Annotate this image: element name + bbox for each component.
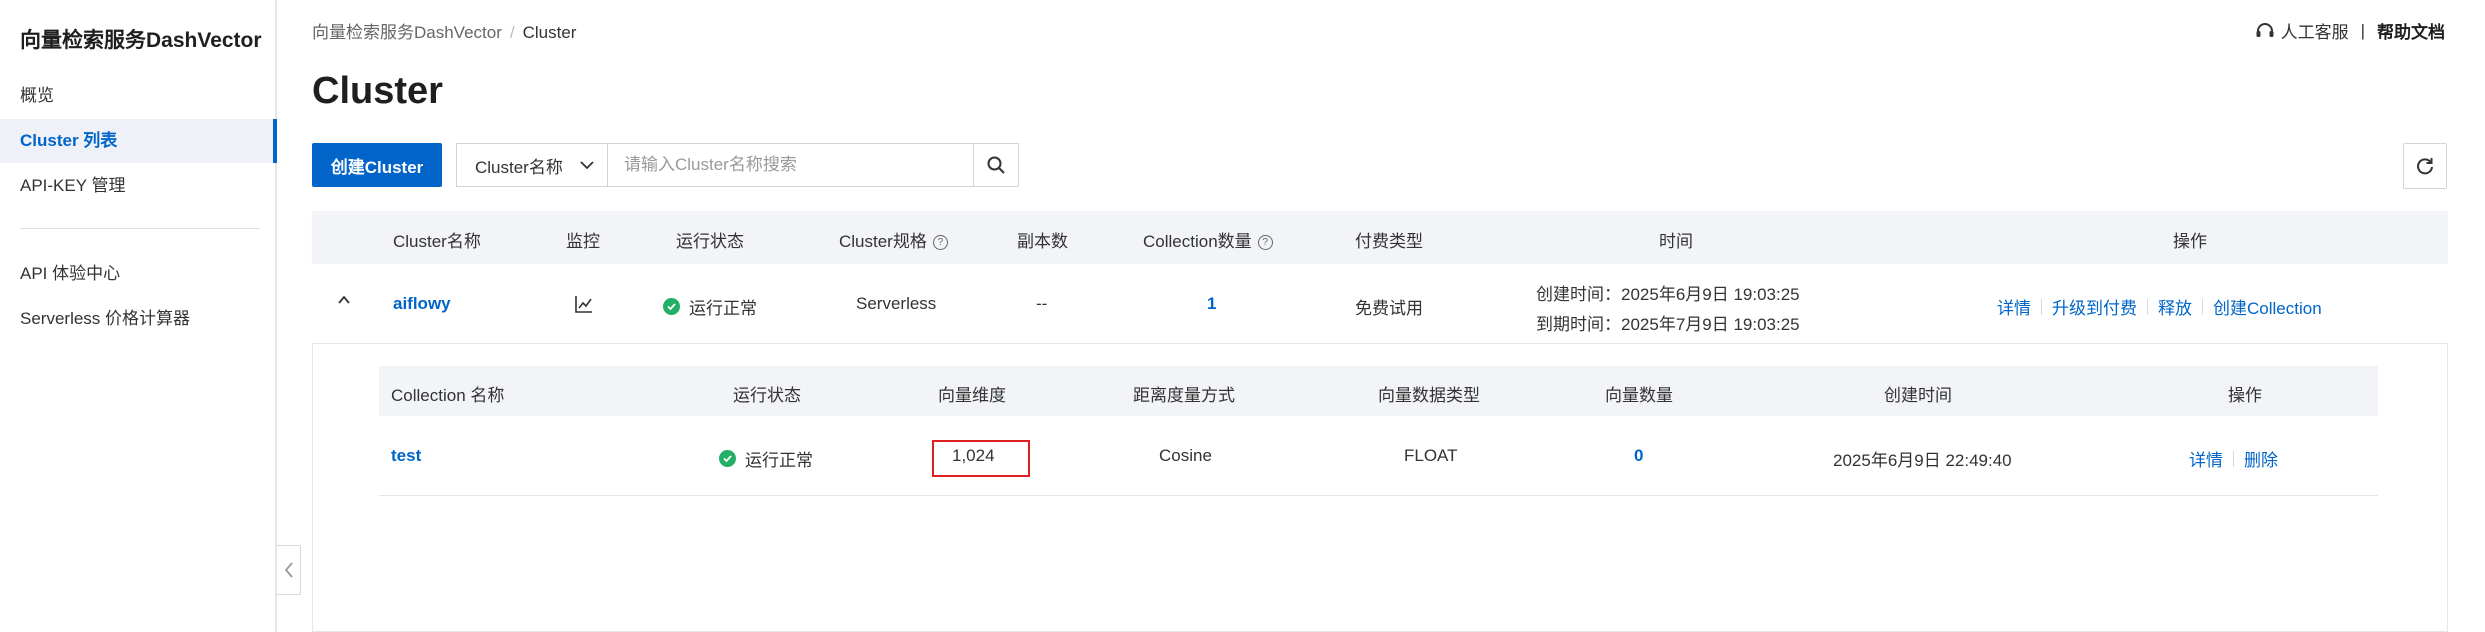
check-circle-icon bbox=[719, 450, 736, 467]
support-label: 人工客服 bbox=[2280, 23, 2349, 42]
refresh-icon bbox=[2417, 158, 2433, 175]
release-link[interactable]: 释放 bbox=[2158, 294, 2192, 319]
cluster-replicas: -- bbox=[1036, 294, 1048, 313]
cluster-table-header: Cluster名称 监控 运行状态 Cluster规格? 副本数 Collect… bbox=[312, 211, 2448, 264]
billing-type: 免费试用 bbox=[1355, 299, 1423, 318]
header-divider: | bbox=[2360, 20, 2365, 40]
breadcrumb-dashvector[interactable]: 向量检索服务DashVector bbox=[312, 23, 502, 42]
dimension-highlight-box bbox=[932, 440, 1030, 477]
sidebar: 向量检索服务DashVector 概览 Cluster 列表 API-KEY 管… bbox=[0, 0, 277, 632]
col-cluster-spec-label: Cluster规格 bbox=[839, 232, 927, 251]
check-circle-icon bbox=[663, 298, 680, 315]
monitor-link[interactable] bbox=[574, 294, 594, 319]
line-chart-icon bbox=[575, 296, 592, 313]
breadcrumb-cluster: Cluster bbox=[522, 23, 577, 42]
breadcrumb: 向量检索服务DashVector / Cluster bbox=[312, 18, 576, 43]
collection-actions: 详情 删除 bbox=[2189, 446, 2278, 471]
sidebar-item-api-playground[interactable]: API 体验中心 bbox=[0, 252, 275, 296]
chevron-down-icon bbox=[580, 161, 594, 170]
cluster-actions: 详情 升级到付费 释放 创建Collection bbox=[1997, 294, 2322, 319]
cluster-status-text: 运行正常 bbox=[689, 299, 757, 318]
action-divider bbox=[2147, 298, 2148, 315]
action-divider bbox=[2202, 298, 2203, 315]
support-link[interactable]: 人工客服 bbox=[2255, 18, 2349, 43]
cluster-name-link[interactable]: aiflowy bbox=[393, 294, 451, 314]
expand-toggle[interactable] bbox=[336, 292, 352, 313]
cluster-status: 运行正常 bbox=[663, 294, 757, 319]
action-divider bbox=[2041, 298, 2042, 315]
page-title: Cluster bbox=[312, 70, 443, 112]
search-icon bbox=[987, 156, 1005, 174]
col-dtype: 向量数据类型 bbox=[1378, 386, 1480, 405]
create-cluster-button[interactable]: 创建Cluster bbox=[312, 143, 442, 187]
question-circle-icon[interactable]: ? bbox=[932, 235, 948, 251]
col-vector-count: 向量数量 bbox=[1605, 386, 1673, 405]
headset-icon bbox=[2256, 22, 2274, 37]
header-actions: 人工客服 | 帮助文档 bbox=[2255, 18, 2445, 43]
col-billing: 付费类型 bbox=[1355, 232, 1423, 251]
collection-table-header: Collection 名称 运行状态 向量维度 距离度量方式 向量数据类型 向量… bbox=[379, 366, 2378, 416]
collection-status-text: 运行正常 bbox=[745, 451, 813, 470]
brand-title: 向量检索服务DashVector bbox=[20, 29, 262, 52]
sidebar-item-cluster-list[interactable]: Cluster 列表 bbox=[0, 119, 277, 163]
col-status: 运行状态 bbox=[676, 232, 744, 251]
upgrade-link[interactable]: 升级到付费 bbox=[2052, 294, 2137, 319]
help-docs-link[interactable]: 帮助文档 bbox=[2377, 18, 2445, 43]
col-created-time: 创建时间 bbox=[1884, 386, 1952, 405]
collection-count-link[interactable]: 1 bbox=[1207, 294, 1216, 314]
col-collection-name: Collection 名称 bbox=[391, 386, 505, 405]
chevron-up-icon bbox=[338, 295, 350, 304]
search-button[interactable] bbox=[973, 143, 1019, 187]
table-row: aiflowy 运行正常 Serverless -- 1 免费试用 创建时间：2… bbox=[312, 264, 2448, 344]
question-circle-icon[interactable]: ? bbox=[1257, 235, 1273, 251]
col-collection-actions: 操作 bbox=[2228, 386, 2262, 405]
col-cluster-name: Cluster名称 bbox=[393, 232, 481, 251]
delete-collection-link[interactable]: 删除 bbox=[2244, 446, 2278, 471]
refresh-button[interactable] bbox=[2403, 143, 2447, 189]
collection-created-time: 2025年6月9日 22:49:40 bbox=[1833, 451, 2012, 470]
sidebar-divider bbox=[20, 228, 260, 229]
cluster-spec: Serverless bbox=[856, 294, 937, 313]
col-replicas: 副本数 bbox=[1017, 232, 1068, 251]
col-cluster-spec: Cluster规格? bbox=[839, 227, 948, 252]
distance-metric: Cosine bbox=[1159, 446, 1212, 465]
col-dimension: 向量维度 bbox=[938, 386, 1006, 405]
breadcrumb-separator: / bbox=[509, 23, 515, 42]
vector-count-link[interactable]: 0 bbox=[1634, 446, 1643, 466]
expire-time: 到期时间：2025年7月9日 19:03:25 bbox=[1536, 315, 1800, 334]
collection-name-link[interactable]: test bbox=[391, 446, 421, 466]
created-time: 创建时间：2025年6月9日 19:03:25 bbox=[1536, 285, 1800, 304]
col-collection-count-label: Collection数量 bbox=[1143, 232, 1252, 251]
col-monitor: 监控 bbox=[566, 232, 600, 251]
search-input[interactable] bbox=[607, 143, 974, 187]
col-collection-count: Collection数量? bbox=[1143, 227, 1273, 252]
collection-status: 运行正常 bbox=[719, 446, 813, 471]
col-time: 时间 bbox=[1659, 232, 1693, 251]
col-collection-status: 运行状态 bbox=[733, 386, 801, 405]
vector-dtype: FLOAT bbox=[1404, 446, 1458, 465]
sidebar-item-overview[interactable]: 概览 bbox=[0, 74, 275, 118]
sidebar-collapse-button[interactable] bbox=[277, 545, 301, 595]
search-field-value: Cluster名称 bbox=[475, 157, 563, 177]
chevron-left-icon bbox=[284, 562, 293, 578]
list-item: test 运行正常 1,024 Cosine FLOAT 0 2025年6月9日… bbox=[379, 416, 2378, 496]
create-collection-link[interactable]: 创建Collection bbox=[2213, 294, 2322, 319]
sidebar-item-api-key[interactable]: API-KEY 管理 bbox=[0, 164, 275, 208]
col-metric: 距离度量方式 bbox=[1133, 386, 1235, 405]
cluster-detail-link[interactable]: 详情 bbox=[1997, 294, 2031, 319]
sidebar-item-price-calculator[interactable]: Serverless 价格计算器 bbox=[0, 297, 275, 341]
search-field-select[interactable]: Cluster名称 bbox=[456, 143, 608, 187]
collection-detail-link[interactable]: 详情 bbox=[2189, 446, 2223, 471]
col-actions: 操作 bbox=[2173, 232, 2207, 251]
action-divider bbox=[2233, 450, 2234, 467]
